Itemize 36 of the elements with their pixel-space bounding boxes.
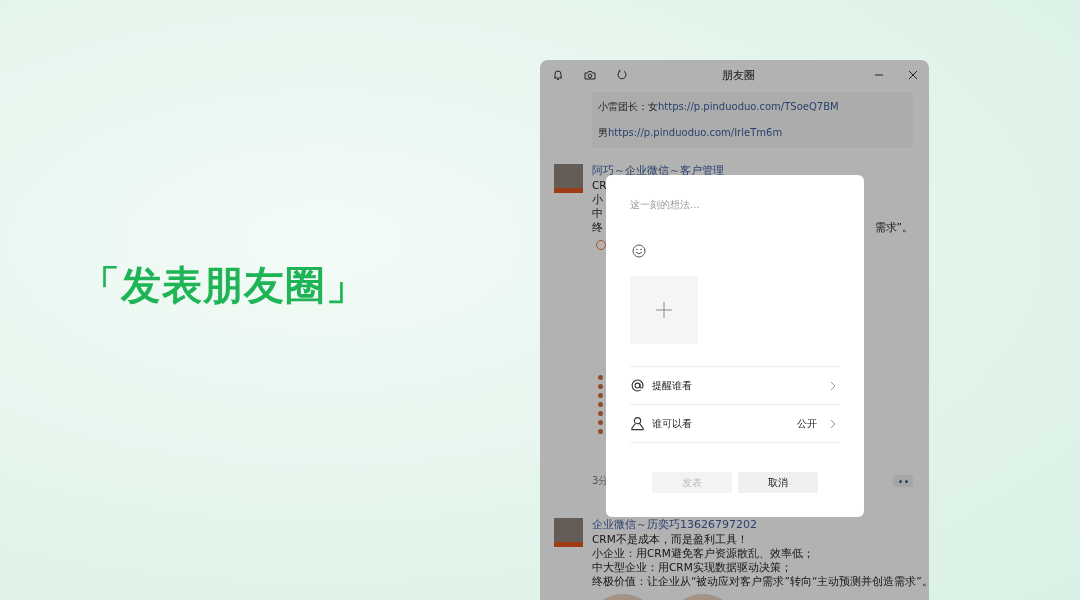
- option-value: 公开: [797, 416, 817, 431]
- refresh-icon[interactable]: [616, 69, 628, 81]
- at-sign-icon: [630, 378, 645, 393]
- author-name[interactable]: 阿巧～企业微信～客户管理: [592, 164, 724, 178]
- author-name[interactable]: 企业微信～历奕巧13626797202: [592, 518, 757, 532]
- post-text: 需求”。: [874, 220, 913, 234]
- more-button[interactable]: [893, 475, 913, 487]
- post-text: 小: [592, 192, 603, 206]
- smiley-icon[interactable]: [632, 244, 646, 258]
- post-text: CRM不是成本，而是盈利工具！: [592, 532, 749, 546]
- bell-icon[interactable]: [552, 69, 564, 81]
- link[interactable]: https://p.pinduoduo.com/IrleTm6m: [608, 127, 783, 138]
- avatar-placeholder: [554, 164, 583, 193]
- post-text: CR: [592, 178, 607, 192]
- post-time: 3分: [592, 474, 609, 488]
- post-text: 小企业：用CRM避免客户资源散乱、效率低；: [592, 546, 815, 560]
- avatar-placeholder: [554, 518, 583, 547]
- dialog-button[interactable]: 取消: [738, 472, 818, 493]
- camera-icon[interactable]: [584, 69, 596, 81]
- option-row[interactable]: 提醒谁看: [630, 367, 840, 405]
- person-icon: [630, 416, 645, 431]
- close-icon[interactable]: [907, 69, 919, 81]
- post-text: 中: [592, 206, 603, 220]
- post-text: 中大型企业：用CRM实现数据驱动决策；: [592, 560, 793, 574]
- link[interactable]: https://p.pinduoduo.com/TSoeQ7BM: [658, 101, 839, 112]
- post-text: 终: [592, 220, 603, 234]
- post-text: 终极价值：让企业从“被动应对客户需求”转向“主动预测并创造需求”。: [592, 574, 929, 588]
- chevron-right-icon: [830, 380, 836, 391]
- message-line: 男https://p.pinduoduo.com/IrleTm6m: [598, 126, 784, 140]
- headline: 「发表朋友圈」: [80, 260, 367, 310]
- chevron-right-icon: [830, 418, 836, 429]
- message-line: 小雷团长：女https://p.pinduoduo.com/TSoeQ7BM: [598, 100, 840, 114]
- plus-icon: [656, 302, 672, 318]
- dots-drawing: [598, 375, 603, 434]
- option-row[interactable]: 谁可以看 公开: [630, 405, 840, 443]
- window-title: 朋友圈: [722, 67, 756, 83]
